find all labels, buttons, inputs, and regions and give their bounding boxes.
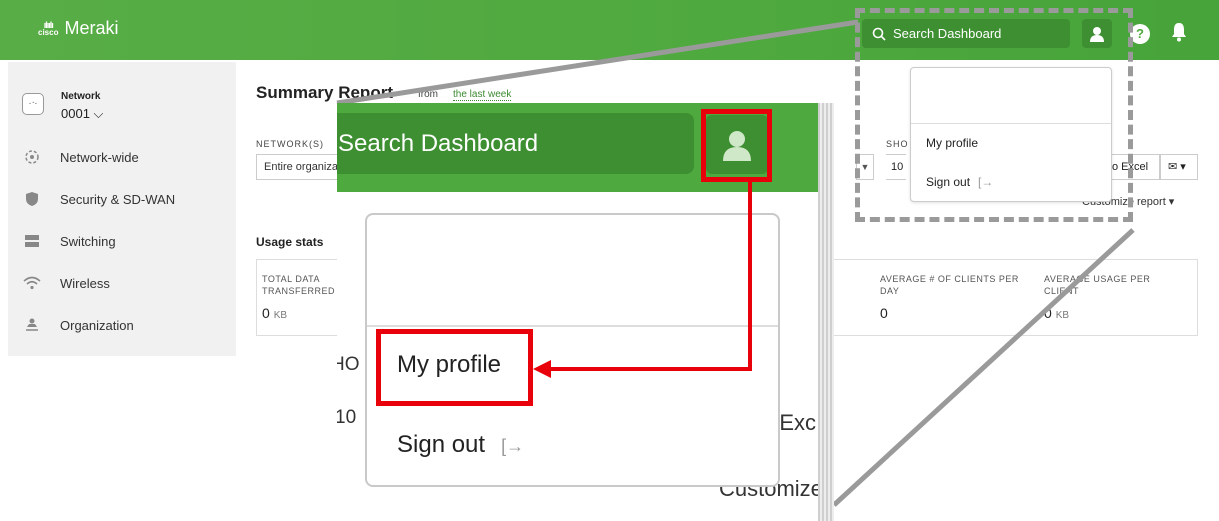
- red-arrow: [533, 182, 752, 378]
- zoom-edge-stripes: [818, 103, 834, 521]
- zoom-inset: Search Dashboard HO 10 o Exc Customize M…: [337, 103, 834, 521]
